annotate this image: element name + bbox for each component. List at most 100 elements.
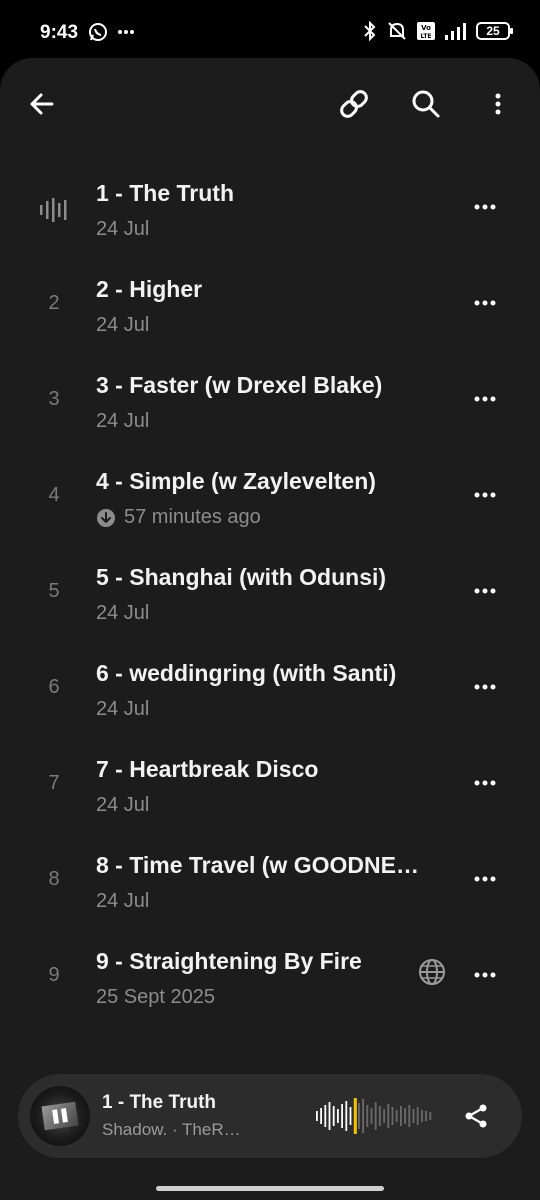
track-row[interactable]: 7 7 - Heartbreak Disco 24 Jul [0, 736, 540, 832]
track-subtitle: 24 Jul [96, 602, 149, 625]
pause-icon [41, 1101, 79, 1131]
waveform-scrubber[interactable] [314, 1096, 434, 1136]
more-horizontal-icon [474, 684, 496, 690]
signal-icon [445, 23, 466, 40]
svg-text:LTE: LTE [420, 33, 431, 40]
track-subtitle: 24 Jul [96, 698, 149, 721]
waveform-bar [400, 1106, 402, 1126]
track-row[interactable]: 8 8 - Time Travel (w GOODNE… 24 Jul [0, 832, 540, 928]
track-more-button[interactable] [462, 568, 508, 614]
waveform-bar [421, 1110, 423, 1122]
track-more-button[interactable] [462, 952, 508, 998]
track-title: 9 - Straightening By Fire [96, 948, 362, 974]
track-number: 7 [48, 772, 60, 794]
link-icon [340, 90, 368, 118]
now-playing-artist: Shadow. · TheR… [102, 1120, 241, 1139]
track-more-button[interactable] [462, 856, 508, 902]
track-more-button[interactable] [462, 376, 508, 422]
track-title: 8 - Time Travel (w GOODNE… [96, 852, 419, 878]
track-subtitle: 24 Jul [96, 890, 149, 913]
track-subtitle: 25 Sept 2025 [96, 986, 215, 1009]
track-date-text: 24 Jul [96, 698, 150, 720]
waveform-bar [416, 1107, 419, 1125]
track-subtitle: 24 Jul [96, 218, 149, 241]
track-number: 9 [48, 964, 60, 986]
more-horizontal-icon [474, 588, 496, 594]
track-row[interactable]: 9 9 - Straightening By Fire 25 Sept 2025 [0, 928, 540, 1024]
track-row[interactable]: 5 5 - Shanghai (with Odunsi) 24 Jul [0, 544, 540, 640]
track-more-button[interactable] [462, 184, 508, 230]
status-time: 9:43 [40, 22, 79, 43]
top-toolbar [0, 58, 540, 150]
waveform-bar [362, 1099, 364, 1133]
waveform-bar [383, 1109, 385, 1123]
downloaded-icon [97, 508, 115, 527]
waveform-bar [379, 1106, 381, 1126]
more-horizontal-icon [474, 204, 496, 210]
waveform-bar [412, 1109, 415, 1123]
now-playing-title: 1 - The Truth [102, 1092, 216, 1113]
waveform-bar [387, 1104, 390, 1128]
playlist-sheet: 1 - The Truth 24 Jul 2 2 - Higher 24 Jul 3 3 -… [0, 58, 540, 1200]
track-title: 3 - Faster (w Drexel Blake) [96, 372, 383, 398]
volte-icon: VoLTE [417, 22, 435, 40]
more-horizontal-icon [474, 972, 496, 978]
mute-icon [388, 22, 406, 40]
track-subtitle: 24 Jul [96, 314, 149, 337]
copy-link-button[interactable] [330, 80, 378, 128]
waveform-bar [320, 1108, 322, 1124]
waveform-bar [332, 1106, 335, 1126]
track-more-button[interactable] [462, 664, 508, 710]
home-indicator[interactable] [156, 1186, 384, 1191]
track-date-text: 57 minutes ago [124, 506, 261, 528]
track-date-text: 24 Jul [96, 314, 150, 336]
track-list: 1 - The Truth 24 Jul 2 2 - Higher 24 Jul 3 3 -… [0, 160, 540, 1024]
more-horizontal-icon [474, 876, 496, 882]
track-row[interactable]: 1 - The Truth 24 Jul [0, 160, 540, 256]
back-button[interactable] [18, 80, 66, 128]
track-title: 1 - The Truth [96, 180, 234, 206]
track-row[interactable]: 3 3 - Faster (w Drexel Blake) 24 Jul [0, 352, 540, 448]
waveform-bar [425, 1111, 427, 1121]
now-playing-bars-icon [40, 198, 67, 222]
track-title: 6 - weddingring (with Santi) [96, 660, 397, 686]
album-art[interactable] [30, 1086, 90, 1146]
track-more-button[interactable] [462, 280, 508, 326]
waveform-bar [316, 1111, 318, 1121]
track-number: 8 [48, 868, 60, 890]
track-number: 5 [48, 580, 60, 602]
track-number: 3 [48, 388, 60, 410]
mini-player[interactable]: 1 - The Truth Shadow. · TheR… [18, 1074, 522, 1158]
track-date-text: 24 Jul [96, 794, 150, 816]
battery-level: 25 [486, 24, 500, 38]
waveform-bar [408, 1105, 411, 1127]
track-more-button[interactable] [462, 760, 508, 806]
track-title: 4 - Simple (w Zaylevelten) [96, 468, 376, 494]
track-date-text: 24 Jul [96, 890, 150, 912]
track-number: 4 [48, 484, 60, 506]
track-subtitle: 24 Jul [96, 794, 149, 817]
waveform-bar [337, 1109, 339, 1123]
waveform-bar [374, 1102, 377, 1130]
share-button[interactable] [454, 1094, 498, 1138]
track-date-text: 24 Jul [96, 602, 150, 624]
track-row[interactable]: 2 2 - Higher 24 Jul [0, 256, 540, 352]
track-row[interactable]: 6 6 - weddingring (with Santi) 24 Jul [0, 640, 540, 736]
share-icon [465, 1104, 487, 1128]
waveform-bar [395, 1110, 398, 1122]
battery-indicator: 25 [476, 22, 513, 40]
waveform-bar [349, 1107, 352, 1125]
track-more-button[interactable] [462, 472, 508, 518]
track-date-text: 25 Sept 2025 [96, 986, 215, 1008]
search-button[interactable] [402, 80, 450, 128]
svg-text:Vo: Vo [421, 24, 431, 32]
track-row[interactable]: 4 4 - Simple (w Zaylevelten) 57 minutes ag… [0, 448, 540, 544]
waveform-bar [358, 1103, 360, 1129]
track-title: 7 - Heartbreak Disco [96, 756, 319, 782]
more-horizontal-icon [474, 300, 496, 306]
globe-icon [414, 954, 450, 990]
status-notification-icons [88, 22, 136, 42]
waveform-bar [328, 1102, 331, 1130]
overflow-menu-button[interactable] [474, 80, 522, 128]
more-vertical-icon [495, 93, 501, 115]
